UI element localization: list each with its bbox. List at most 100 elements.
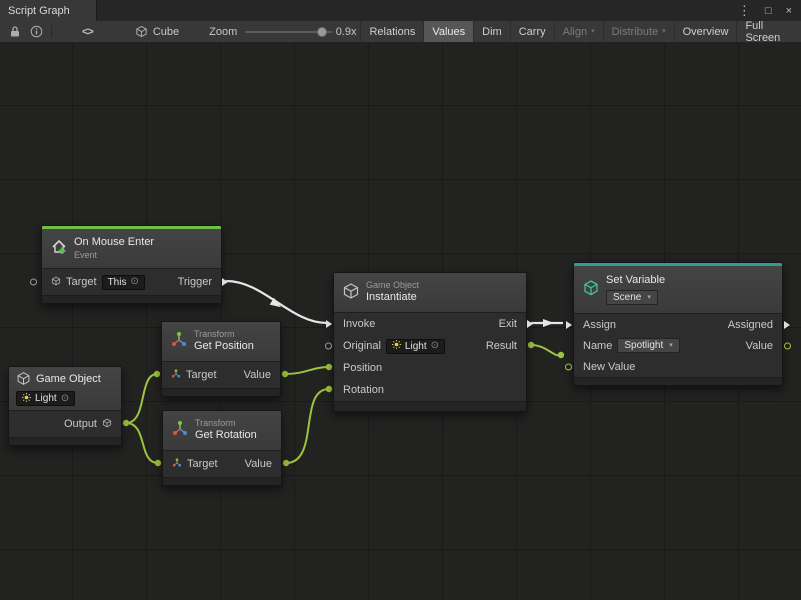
info-icon[interactable] bbox=[30, 25, 43, 38]
close-icon[interactable]: × bbox=[786, 5, 792, 17]
value-output-port[interactable] bbox=[784, 342, 791, 349]
value-port-label: Value bbox=[244, 369, 271, 381]
object-picker-icon[interactable]: ⊙ bbox=[130, 277, 138, 287]
chevron-down-icon: ▾ bbox=[647, 294, 651, 301]
node-get-rotation[interactable]: Transform Get Rotation Target Value bbox=[162, 410, 282, 486]
variable-name-dropdown[interactable]: Spotlight ▾ bbox=[617, 338, 679, 353]
trigger-output-port[interactable] bbox=[222, 278, 228, 286]
tab-script-graph[interactable]: Script Graph bbox=[0, 0, 97, 21]
window-tab-bar: Script Graph ⋮ □ × bbox=[0, 0, 801, 21]
zoom-slider-knob[interactable] bbox=[317, 27, 327, 37]
carry-button[interactable]: Carry bbox=[510, 21, 554, 42]
node-footer bbox=[574, 377, 782, 385]
light-icon bbox=[22, 393, 31, 405]
assign-port-label: Assign bbox=[583, 319, 616, 331]
node-category: Transform bbox=[194, 329, 254, 340]
window-menu-icon[interactable]: ⋮ bbox=[738, 3, 751, 19]
wire-value-to-rotation bbox=[286, 389, 329, 463]
value-port-label: Value bbox=[245, 458, 272, 470]
tab-title: Script Graph bbox=[8, 5, 70, 17]
toolbar-separator bbox=[51, 25, 52, 38]
node-instantiate[interactable]: Game Object Instantiate Invoke Exit Orig… bbox=[333, 272, 527, 412]
gameobject-type-icon bbox=[51, 276, 61, 289]
node-footer bbox=[42, 295, 221, 303]
result-port-label: Result bbox=[486, 340, 517, 352]
trigger-port-label: Trigger bbox=[178, 276, 212, 288]
original-object-field[interactable]: Light ⊙ bbox=[386, 339, 445, 354]
wire-result-to-newvalue bbox=[531, 345, 561, 355]
overview-button[interactable]: Overview bbox=[674, 21, 737, 42]
assign-input-port[interactable] bbox=[566, 321, 572, 329]
cube-icon bbox=[135, 25, 148, 38]
position-port-label: Position bbox=[343, 362, 382, 374]
fullscreen-button[interactable]: Full Screen bbox=[736, 21, 801, 42]
node-on-mouse-enter[interactable]: On Mouse Enter Event Target This ⊙ Trigg… bbox=[41, 225, 222, 304]
code-icon[interactable]: <> bbox=[82, 26, 93, 38]
graph-target-indicator[interactable]: Cube bbox=[135, 25, 179, 38]
invoke-input-port[interactable] bbox=[326, 320, 332, 328]
node-footer bbox=[163, 477, 281, 485]
lock-icon[interactable] bbox=[9, 25, 21, 38]
node-title: Game Object bbox=[36, 373, 101, 387]
gameobject-icon bbox=[16, 371, 31, 389]
graph-canvas[interactable]: On Mouse Enter Event Target This ⊙ Trigg… bbox=[0, 43, 801, 600]
target-object-field[interactable]: This ⊙ bbox=[102, 275, 145, 290]
zoom-label: Zoom bbox=[209, 26, 237, 38]
output-port-label: Output bbox=[64, 418, 97, 430]
transform-type-icon bbox=[172, 458, 182, 471]
node-footer bbox=[162, 388, 280, 396]
assigned-output-port[interactable] bbox=[784, 321, 790, 329]
object-picker-icon[interactable]: ⊙ bbox=[431, 341, 439, 351]
wire-value-to-position bbox=[285, 367, 329, 374]
name-port-label: Name bbox=[583, 340, 612, 352]
align-button[interactable]: Align ▾ bbox=[554, 21, 603, 42]
node-title: On Mouse Enter bbox=[74, 236, 154, 250]
target-port-label: Target bbox=[187, 458, 218, 470]
relations-button[interactable]: Relations bbox=[360, 21, 423, 42]
variable-scope-dropdown[interactable]: Scene ▾ bbox=[606, 290, 658, 305]
exit-port-label: Exit bbox=[499, 318, 517, 330]
node-subtitle: Event bbox=[74, 250, 154, 261]
exit-output-port[interactable] bbox=[527, 320, 533, 328]
distribute-button[interactable]: Distribute ▾ bbox=[603, 21, 674, 42]
values-button[interactable]: Values bbox=[423, 21, 473, 42]
transform-icon bbox=[170, 331, 188, 352]
graph-toolbar: <> Cube Zoom 0.9x Relations Values Dim C… bbox=[0, 21, 801, 43]
new-value-port-label: New Value bbox=[583, 361, 635, 373]
node-title: Get Rotation bbox=[195, 429, 257, 443]
light-icon bbox=[392, 340, 401, 352]
maximize-icon[interactable]: □ bbox=[765, 5, 772, 17]
toolbar-button-group: Relations Values Dim Carry Align ▾ Distr… bbox=[360, 21, 801, 42]
node-category: Transform bbox=[195, 418, 257, 429]
node-get-position[interactable]: Transform Get Position Target Value bbox=[161, 321, 281, 397]
event-icon bbox=[50, 238, 68, 259]
gameobject-type-icon bbox=[102, 418, 112, 431]
node-game-object[interactable]: Game Object Light ⊙ Output bbox=[8, 366, 122, 446]
object-picker-icon[interactable]: ⊙ bbox=[61, 394, 69, 404]
original-input-port[interactable] bbox=[325, 343, 332, 350]
graph-target-label: Cube bbox=[153, 26, 179, 38]
wire-output-to-getrotation bbox=[126, 423, 158, 463]
chevron-down-icon: ▾ bbox=[669, 342, 673, 349]
new-value-input-port[interactable] bbox=[565, 363, 572, 370]
original-port-label: Original bbox=[343, 340, 381, 352]
chevron-down-icon: ▾ bbox=[662, 28, 666, 35]
gameobject-object-field[interactable]: Light ⊙ bbox=[16, 391, 75, 406]
variable-icon bbox=[582, 279, 600, 300]
node-title: Instantiate bbox=[366, 291, 419, 305]
chevron-down-icon: ▾ bbox=[591, 28, 595, 35]
target-input-port[interactable] bbox=[30, 279, 37, 286]
rotation-port-label: Rotation bbox=[343, 384, 384, 396]
wire-flow-arrow bbox=[543, 319, 554, 327]
assigned-port-label: Assigned bbox=[728, 319, 773, 331]
node-footer bbox=[9, 437, 121, 445]
node-set-variable[interactable]: Set Variable Scene ▾ Assign Assigned Nam… bbox=[573, 262, 783, 386]
zoom-slider[interactable] bbox=[245, 25, 331, 39]
node-title: Set Variable bbox=[606, 274, 665, 288]
window-controls: ⋮ □ × bbox=[738, 0, 801, 21]
dim-button[interactable]: Dim bbox=[473, 21, 510, 42]
zoom-value: 0.9x bbox=[336, 26, 357, 38]
node-title: Get Position bbox=[194, 340, 254, 354]
transform-type-icon bbox=[171, 369, 181, 382]
node-footer bbox=[334, 401, 526, 411]
